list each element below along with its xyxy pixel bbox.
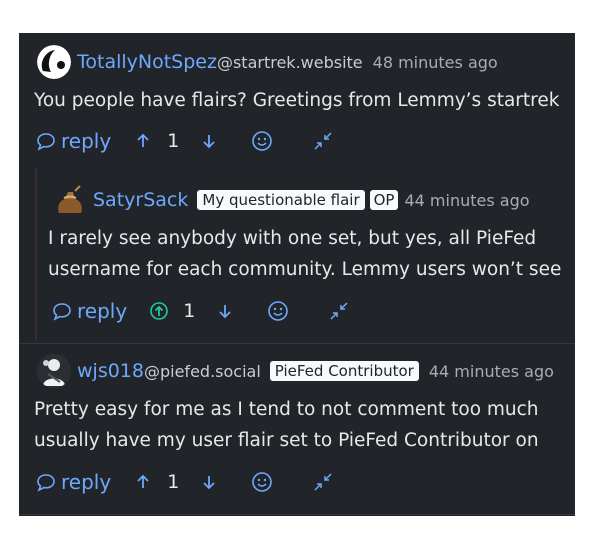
downvote-button[interactable] [199, 472, 219, 492]
author-instance[interactable]: @piefed.social [144, 362, 261, 381]
reply-label: reply [77, 299, 128, 323]
reply-label: reply [61, 129, 112, 153]
divider [19, 343, 575, 344]
timestamp: 48 minutes ago [372, 52, 498, 72]
arrow-up-icon [137, 474, 149, 488]
arrow-down-icon [203, 476, 215, 490]
user-flair: My questionable flair [197, 190, 365, 210]
score: 1 [183, 300, 196, 322]
arrow-down-icon [219, 305, 231, 319]
upvote-button[interactable] [133, 472, 153, 492]
author-link[interactable]: SatyrSack [93, 189, 188, 211]
collapse-icon [330, 302, 348, 320]
reply-label: reply [61, 470, 112, 494]
collapse-icon [314, 132, 332, 150]
avatar[interactable] [53, 183, 87, 217]
timestamp: 44 minutes ago [428, 361, 554, 381]
comment-body-line: Pretty easy for me as I tend to not comm… [34, 399, 539, 420]
smiley-icon [252, 131, 273, 151]
collapse-icon [314, 473, 332, 491]
arrow-up-icon [137, 133, 149, 147]
user-flair: PieFed Contributor [269, 361, 419, 381]
comment-body-line: You people have flairs? Greetings from L… [34, 90, 560, 111]
upvote-button[interactable] [133, 131, 153, 151]
score: 1 [167, 130, 180, 152]
reply-button[interactable]: reply [36, 129, 111, 153]
reply-button[interactable]: reply [52, 299, 127, 323]
speech-bubble-icon [53, 303, 71, 321]
upvote-button[interactable] [149, 301, 169, 321]
comment-thread: TotallyNotSpez @startrek.website 48 minu… [19, 33, 575, 516]
speech-bubble-icon [37, 133, 55, 151]
thread-line [35, 168, 37, 340]
comment-body-line: I rarely see anybody with one set, but y… [48, 228, 537, 249]
author-link[interactable]: TotallyNotSpez [77, 51, 217, 73]
reply-button[interactable]: reply [36, 470, 111, 494]
author-link[interactable]: wjs018 [77, 360, 144, 382]
collapse-button[interactable] [329, 301, 349, 321]
avatar[interactable] [37, 354, 71, 388]
author-instance[interactable]: @startrek.website [217, 53, 363, 72]
downvote-button[interactable] [215, 301, 235, 321]
upvoted-arrow-icon [150, 302, 168, 320]
timestamp: 44 minutes ago [404, 190, 530, 210]
emoji-reaction-button[interactable] [251, 471, 273, 493]
divider [19, 514, 575, 515]
speech-bubble-icon [37, 474, 55, 492]
arrow-down-icon [203, 135, 215, 149]
avatar[interactable] [37, 45, 71, 79]
downvote-button[interactable] [199, 131, 219, 151]
op-badge: OP [369, 190, 399, 210]
emoji-reaction-button[interactable] [251, 130, 273, 152]
smiley-icon [268, 301, 289, 321]
smiley-icon [252, 472, 273, 492]
comment-body-line: username for each community. Lemmy users… [48, 259, 562, 280]
score: 1 [167, 471, 180, 493]
collapse-button[interactable] [313, 131, 333, 151]
collapse-button[interactable] [313, 472, 333, 492]
emoji-reaction-button[interactable] [267, 300, 289, 322]
comment-body-line: usually have my user flair set to PieFed… [34, 430, 539, 451]
